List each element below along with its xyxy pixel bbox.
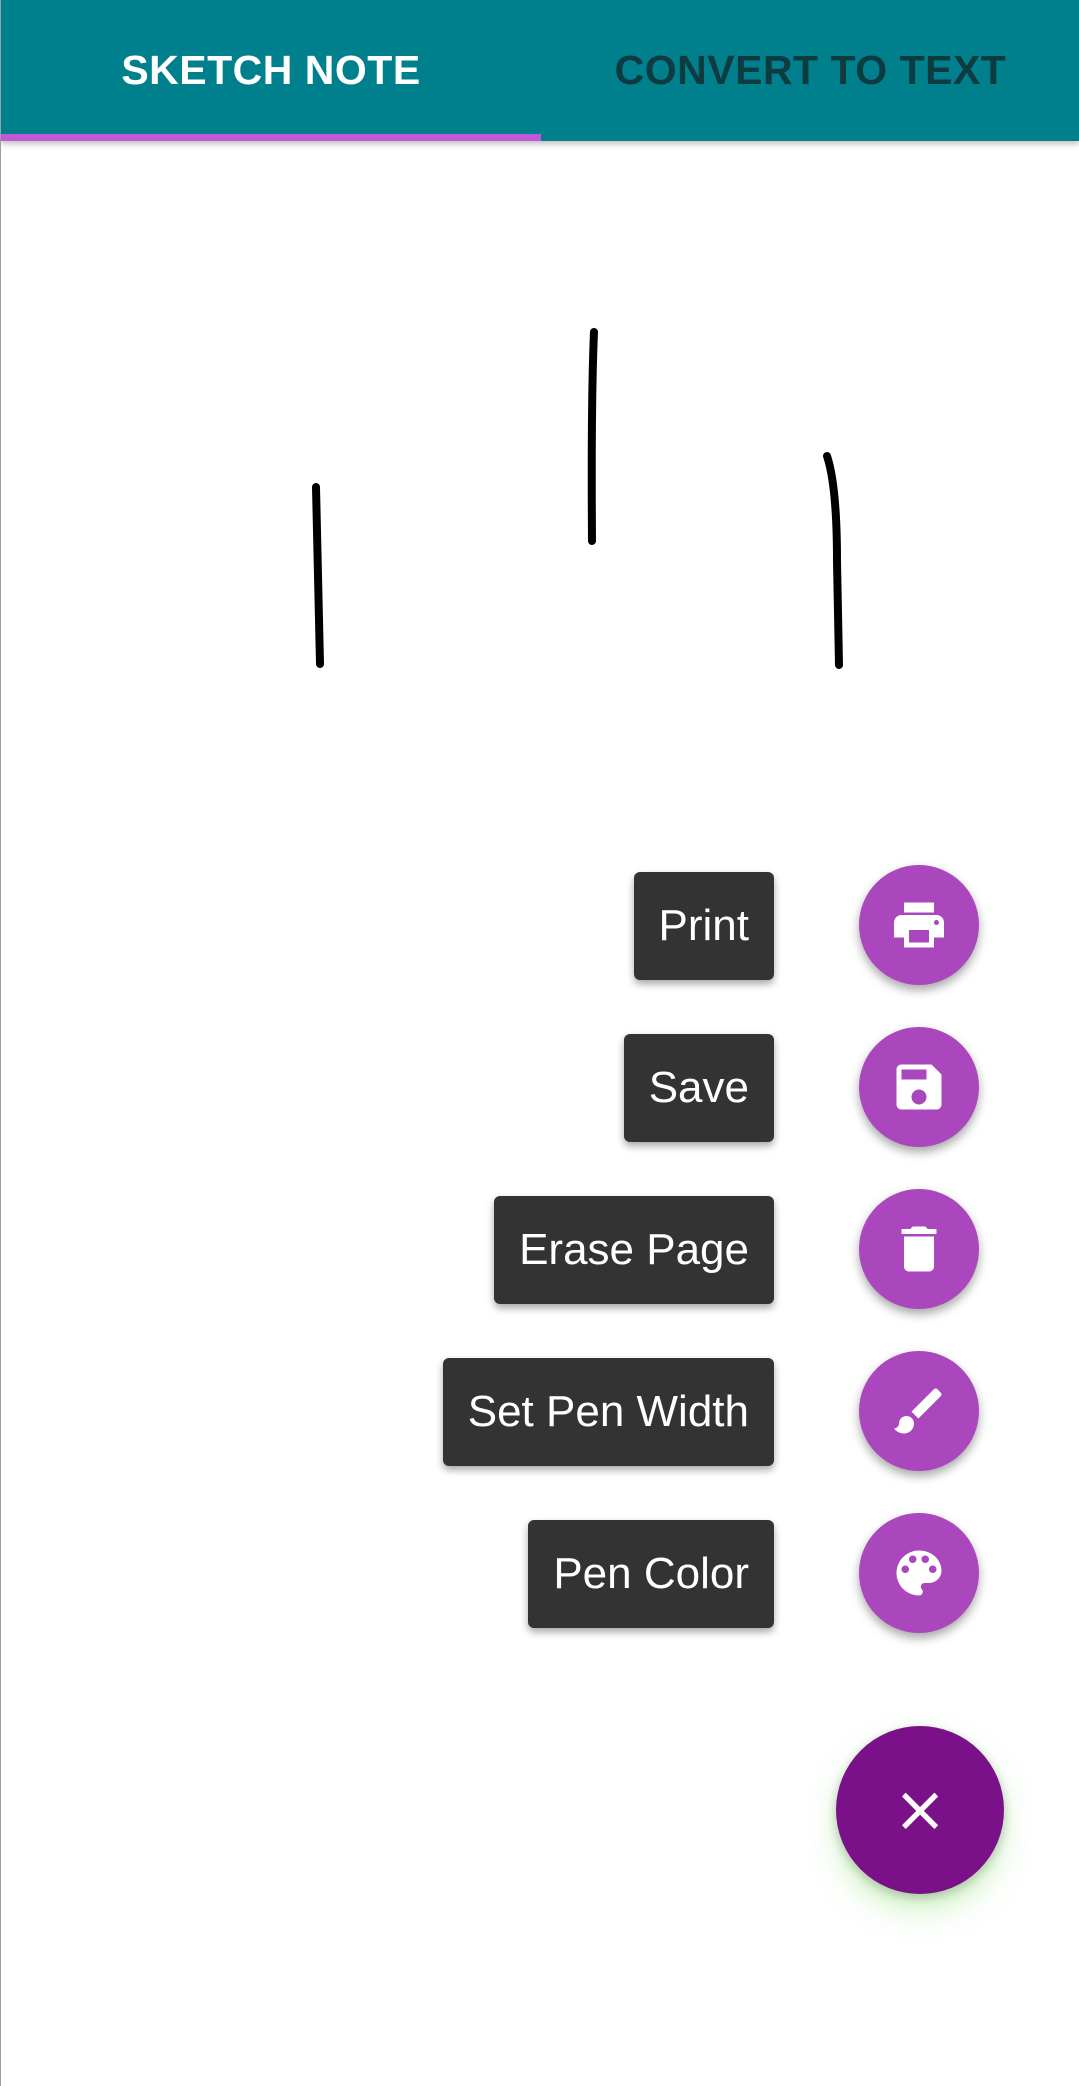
print-button[interactable] — [859, 865, 979, 985]
tab-convert-to-text[interactable]: CONVERT TO TEXT — [541, 0, 1079, 141]
menu-row-save: Save — [1, 1027, 1079, 1149]
ink-stroke — [312, 483, 324, 668]
menu-row-set-pen-width: Set Pen Width — [1, 1351, 1079, 1473]
floppy-disk-icon — [896, 1064, 942, 1110]
print-label[interactable]: Print — [633, 872, 774, 980]
tab-bar: SKETCH NOTE CONVERT TO TEXT — [1, 0, 1079, 141]
menu-row-pen-color: Pen Color — [1, 1513, 1079, 1635]
tab-sketch-note[interactable]: SKETCH NOTE — [1, 0, 541, 141]
set-pen-width-label[interactable]: Set Pen Width — [442, 1358, 774, 1466]
tab-convert-to-text-label: CONVERT TO TEXT — [614, 47, 1007, 93]
printer-icon — [894, 902, 944, 948]
pen-color-label[interactable]: Pen Color — [528, 1520, 774, 1628]
brush-icon — [894, 1388, 942, 1434]
selected-tab-indicator — [1, 134, 541, 141]
menu-row-print: Print — [1, 865, 1079, 987]
save-button[interactable] — [859, 1027, 979, 1147]
palette-icon — [896, 1550, 942, 1596]
erase-page-label[interactable]: Erase Page — [494, 1196, 774, 1304]
save-label[interactable]: Save — [623, 1034, 774, 1142]
erase-page-button[interactable] — [859, 1189, 979, 1309]
trash-icon — [901, 1226, 937, 1272]
sketch-note-screen: SKETCH NOTE CONVERT TO TEXT Print Save E… — [0, 0, 1079, 2086]
set-pen-width-button[interactable] — [859, 1351, 979, 1471]
ink-stroke — [823, 452, 843, 669]
close-menu-fab[interactable]: × — [836, 1726, 1004, 1894]
tab-sketch-note-label: SKETCH NOTE — [121, 47, 421, 93]
menu-row-erase-page: Erase Page — [1, 1189, 1079, 1311]
pen-color-button[interactable] — [859, 1513, 979, 1633]
close-icon: × — [893, 1773, 947, 1847]
ink-stroke — [587, 328, 598, 545]
